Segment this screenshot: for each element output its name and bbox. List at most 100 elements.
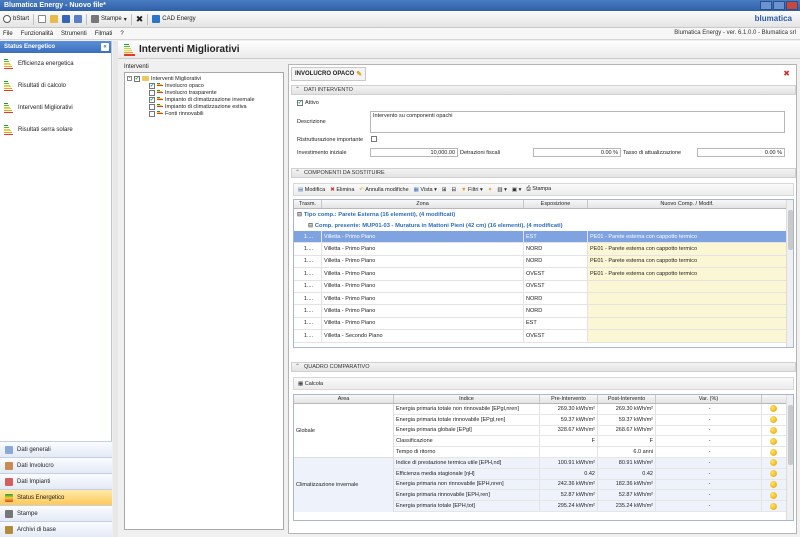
bstart-button[interactable]: bStart [3, 15, 29, 23]
col-nuovo[interactable]: Nuovo Comp. / Modif. [588, 200, 787, 208]
tree-root-checkbox[interactable]: ✔ [134, 75, 140, 82]
tree-root[interactable]: - ✔ Interventi Migliorativi [127, 75, 281, 82]
clear-filter-icon[interactable]: ✦ [488, 187, 493, 193]
table-row[interactable]: Energia primaria globale [EPgl] 328.67 kW… [394, 425, 793, 437]
col-post[interactable]: Post-Intervento [598, 395, 656, 403]
cell-nuovo[interactable] [588, 330, 787, 342]
tree-item-checkbox[interactable] [149, 103, 155, 110]
save-as-icon[interactable] [74, 15, 83, 23]
tree-item[interactable]: Involucro trasparente [149, 89, 281, 96]
table-row[interactable]: 1.... Villetta - Primo Piano NORD PE01 - Pa… [294, 255, 793, 269]
menu-funzionalita[interactable]: Funzionalità [21, 31, 53, 37]
pencil-icon[interactable]: ✎ [356, 70, 362, 78]
cad-energy-button[interactable]: CAD Energy [152, 15, 196, 23]
table-row[interactable]: 1.... Villetta - Primo Piano EST [294, 317, 793, 331]
table-row[interactable]: Energia primaria totale [EPH,tot] 295.24 … [394, 501, 793, 512]
new-file-icon[interactable] [38, 15, 47, 23]
nav-status-energetico[interactable]: Status Energetico [0, 489, 112, 505]
cell-nuovo[interactable] [588, 280, 787, 292]
table-row[interactable]: Energia primaria totale rinnovabile [EPg… [394, 414, 793, 426]
calcola-button[interactable]: ▦ Calcola [298, 381, 323, 387]
table-row[interactable]: Energia primaria totale non rinnovabile … [394, 404, 793, 415]
menu-filmati[interactable]: Filmati [95, 31, 113, 37]
col-esposizione[interactable]: Esposizione [524, 200, 588, 208]
table-row[interactable]: 1.... Villetta - Primo Piano NORD [294, 292, 793, 306]
table-row[interactable]: Indice di prestazione termica utile [EPH… [394, 457, 793, 469]
tree-item[interactable]: ✔ Involucro opaco [149, 82, 281, 89]
menu-file[interactable]: File [3, 31, 13, 37]
descrizione-field[interactable]: Intervento su componenti opachi [370, 111, 785, 133]
tree-item-checkbox[interactable]: ✔ [149, 82, 155, 89]
tasso-field[interactable]: 0.00 % [697, 148, 785, 157]
stampe-button[interactable]: Stampe ▾ [91, 15, 127, 23]
attivo-checkbox[interactable]: ✔ [297, 100, 303, 106]
sidebar-item-efficienza[interactable]: Efficienza energetica [0, 53, 111, 75]
modifica-button[interactable]: ▤ Modifica [298, 187, 325, 193]
tree-item[interactable]: Fonti rinnovabili [149, 110, 281, 117]
nav-dati-involucro[interactable]: Dati Involucro [0, 457, 112, 473]
sidebar-splitter[interactable] [113, 41, 118, 537]
col-indice[interactable]: Indice [394, 395, 540, 403]
table-row[interactable]: 1.... Villetta - Secondo Piano OVEST [294, 330, 793, 343]
close-button[interactable] [786, 1, 798, 10]
menu-strumenti[interactable]: Strumenti [61, 31, 87, 37]
nav-dati-impianti[interactable]: Dati Impianti [0, 473, 112, 489]
section-dati-intervento[interactable]: DATI INTERVENTO [291, 85, 796, 95]
table-row[interactable]: Efficienza media stagionale [ηH] 0.42 0.42… [394, 468, 793, 480]
collapse-sidebar-button[interactable]: « [101, 43, 109, 51]
investimento-field[interactable]: 10,000.00 [370, 148, 458, 157]
cell-nuovo[interactable]: PE01 - Parete esterna con cappotto termi… [588, 231, 787, 242]
annulla-button[interactable]: ↶ Annulla modifiche [359, 187, 408, 193]
tools-icon[interactable]: ✖ [136, 14, 144, 25]
collapse-icon[interactable]: ⊟ [297, 212, 302, 218]
group-comp-presente[interactable]: ⊟ Comp. presente: MUP01-03 - Muratura in … [294, 220, 793, 231]
col-trasm[interactable]: Trasm. [294, 200, 322, 208]
ristrutturazione-checkbox[interactable] [371, 136, 377, 142]
attivo-toggle[interactable]: ✔ Attivo [297, 100, 319, 106]
collapse-icon[interactable]: ⊟ [308, 223, 313, 229]
table-row[interactable]: Classificazione F F - [394, 436, 793, 448]
tree-item-checkbox[interactable] [149, 89, 155, 96]
table-row[interactable]: 1.... Villetta - Primo Piano OVEST [294, 280, 793, 293]
collapse-icon[interactable]: - [127, 76, 132, 81]
nav-dati-generali[interactable]: Dati generali [0, 441, 112, 457]
expand-icon[interactable]: ⊞ [442, 187, 447, 193]
tree-item-checkbox[interactable]: ✔ [149, 96, 155, 103]
tree-item[interactable]: ✔ Impianto di climatizzazione invernale [149, 96, 281, 103]
table-row[interactable]: 1.... Villetta - Primo Piano NORD [294, 305, 793, 318]
vista-dropdown[interactable]: ▦ Vista ▾ [414, 187, 437, 193]
sidebar-item-serra[interactable]: Risultati serra solare [0, 119, 111, 141]
delete-icon[interactable]: ✖ [783, 69, 790, 78]
section-quadro[interactable]: QUADRO COMPARATIVO [291, 362, 796, 372]
sidebar-item-interventi[interactable]: Interventi Migliorativi [0, 97, 111, 119]
open-folder-icon[interactable] [50, 15, 59, 23]
detrazioni-field[interactable]: 0.00 % [533, 148, 621, 157]
cell-nuovo[interactable] [588, 317, 787, 330]
table-row[interactable]: 1.... Villetta - Primo Piano NORD PE01 - Pa… [294, 243, 793, 256]
table-row[interactable]: Energia primaria non rinnovabile [EPH,nr… [394, 479, 793, 491]
quadro-scrollbar[interactable] [786, 395, 793, 520]
table-row[interactable]: Energia primaria rinnovabile [EPH,ren] 52… [394, 490, 793, 502]
menu-help[interactable]: ? [120, 31, 123, 37]
cell-nuovo[interactable] [588, 292, 787, 305]
minimize-button[interactable] [760, 1, 772, 10]
tree-item[interactable]: Impianto di climatizzazione estiva [149, 103, 281, 110]
nav-stampe[interactable]: Stampe [0, 505, 112, 521]
save-icon[interactable] [62, 15, 71, 23]
cell-nuovo[interactable]: PE01 - Parete esterna con cappotto termi… [588, 268, 787, 280]
table-row[interactable]: 1.... Villetta - Primo Piano EST PE01 - Par… [294, 231, 793, 244]
filtri-dropdown[interactable]: ▼ Filtri ▾ [461, 187, 483, 193]
columns-icon[interactable]: ▥ ▾ [497, 187, 507, 193]
cell-nuovo[interactable]: PE01 - Parete esterna con cappotto termi… [588, 243, 787, 255]
collapse-all-icon[interactable]: ⊟ [451, 187, 456, 193]
cell-nuovo[interactable]: PE01 - Parete esterna con cappotto termi… [588, 255, 787, 268]
table-row[interactable]: 1.... Villetta - Primo Piano OVEST PE01 - P… [294, 268, 793, 281]
cell-nuovo[interactable] [588, 305, 787, 317]
tab-involucro-opaco[interactable]: INVOLUCRO OPACO ✎ [291, 67, 367, 81]
group-tipo-comp[interactable]: ⊟ Tipo comp.: Parete Esterna (16 elementi… [294, 209, 793, 220]
section-componenti[interactable]: COMPONENTI DA SOSTITUIRE [291, 168, 796, 178]
tree-item-checkbox[interactable] [149, 110, 155, 117]
export-icon[interactable]: ▣ ▾ [512, 187, 522, 193]
grid-scrollbar[interactable] [786, 200, 793, 347]
stampa-button[interactable]: ⎙ Stampa [526, 186, 551, 193]
